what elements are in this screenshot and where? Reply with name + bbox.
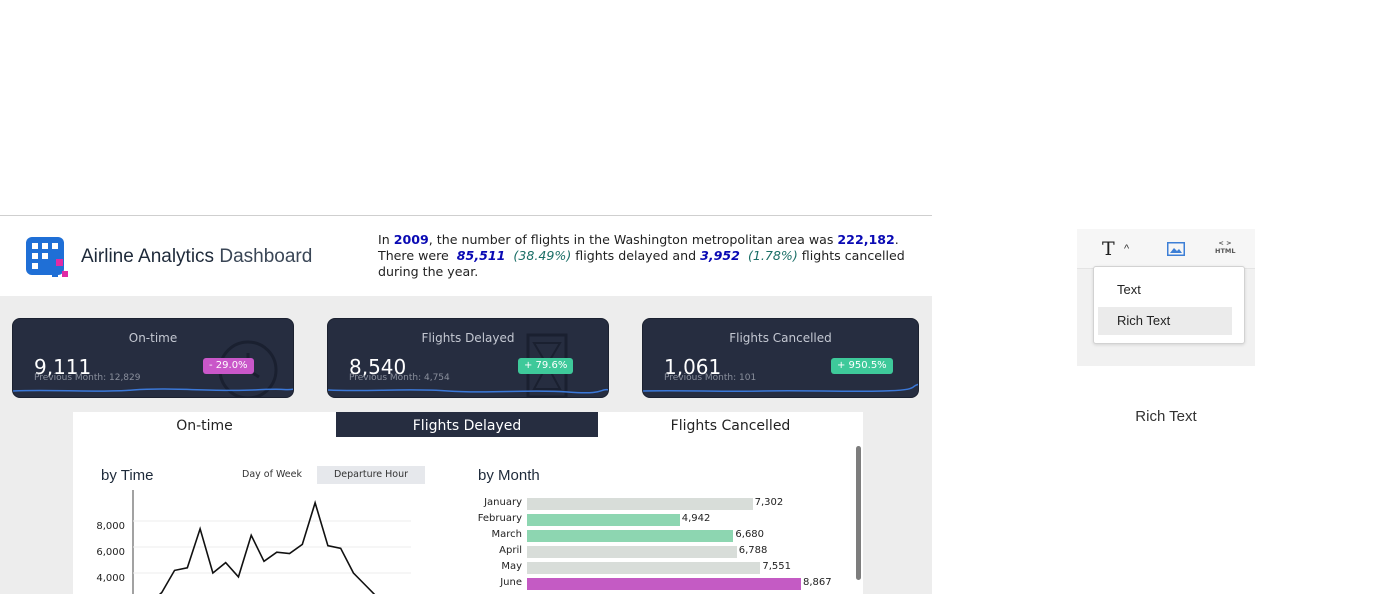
month-label: March [491, 529, 522, 540]
month-label: June [500, 577, 522, 588]
scrollbar[interactable] [856, 446, 861, 580]
month-bar[interactable] [527, 546, 737, 558]
dashboard-header: Airline Analytics Dashboard In 2009, the… [0, 216, 932, 296]
html-icon[interactable]: < > HTML [1215, 239, 1235, 255]
logo-icon [26, 237, 68, 277]
sparkline [328, 388, 608, 394]
bar-value-label: 6,788 [738, 545, 768, 556]
kpi-title: On-time [128, 331, 178, 345]
text-type-icon[interactable]: T [1102, 238, 1115, 260]
kpi-title: Flights Cancelled [729, 331, 832, 345]
kpi-card-flights-delayed[interactable]: Flights Delayed 8,540 Previous Month: 4,… [327, 318, 609, 398]
kpi-card-on-time[interactable]: On-time 9,111 Previous Month: 12,829 - 2… [12, 318, 294, 398]
menu-item-text[interactable]: Text [1098, 276, 1232, 304]
code-brackets-icon: < > [1218, 239, 1232, 247]
month-label: January [484, 497, 522, 508]
sparkline [643, 383, 918, 393]
month-label: April [499, 545, 522, 556]
kpi-badge: + 79.6% [518, 358, 574, 374]
widget-toolbar: T ^ < > HTML [1077, 229, 1255, 269]
month-bar[interactable] [527, 530, 734, 542]
kpi-title: Flights Delayed [421, 331, 515, 345]
kpi-badge: + 950.5% [831, 358, 893, 374]
month-bar[interactable] [527, 498, 753, 510]
bar-value-label: 7,302 [754, 497, 784, 508]
html-label: HTML [1215, 247, 1236, 255]
image-icon[interactable] [1167, 242, 1185, 256]
month-label: February [477, 513, 522, 524]
dashboard: Airline Analytics Dashboard In 2009, the… [0, 215, 932, 594]
widget-caption: Rich Text [1135, 408, 1197, 425]
kpi-badge: - 29.0% [203, 358, 254, 374]
month-bar[interactable] [527, 578, 801, 590]
kpi-card-flights-cancelled[interactable]: Flights Cancelled 1,061 Previous Month: … [642, 318, 919, 398]
detail-panel: On-time Flights Delayed Flights Cancelle… [73, 412, 863, 594]
month-bar-chart: January 7,302 February 4,942 March 6,680 April… [73, 412, 863, 594]
month-bar[interactable] [527, 514, 680, 526]
menu-item-rich-text[interactable]: Rich Text [1098, 307, 1232, 335]
bar-value-label: 4,942 [681, 513, 711, 524]
content-type-widget: T ^ < > HTML Text Rich Text [1077, 229, 1255, 366]
month-bar[interactable] [527, 562, 761, 574]
bar-value-label: 8,867 [803, 577, 832, 588]
summary-text: In 2009, the number of flights in the Wa… [378, 232, 905, 279]
chevron-up-icon[interactable]: ^ [1124, 243, 1129, 255]
bar-value-label: 7,551 [762, 561, 791, 572]
month-label: May [501, 561, 522, 572]
content-type-menu: Text Rich Text [1093, 266, 1245, 344]
bar-value-label: 6,680 [735, 529, 765, 540]
app-title: Airline Analytics Dashboard [81, 246, 313, 267]
sparkline [13, 388, 293, 392]
